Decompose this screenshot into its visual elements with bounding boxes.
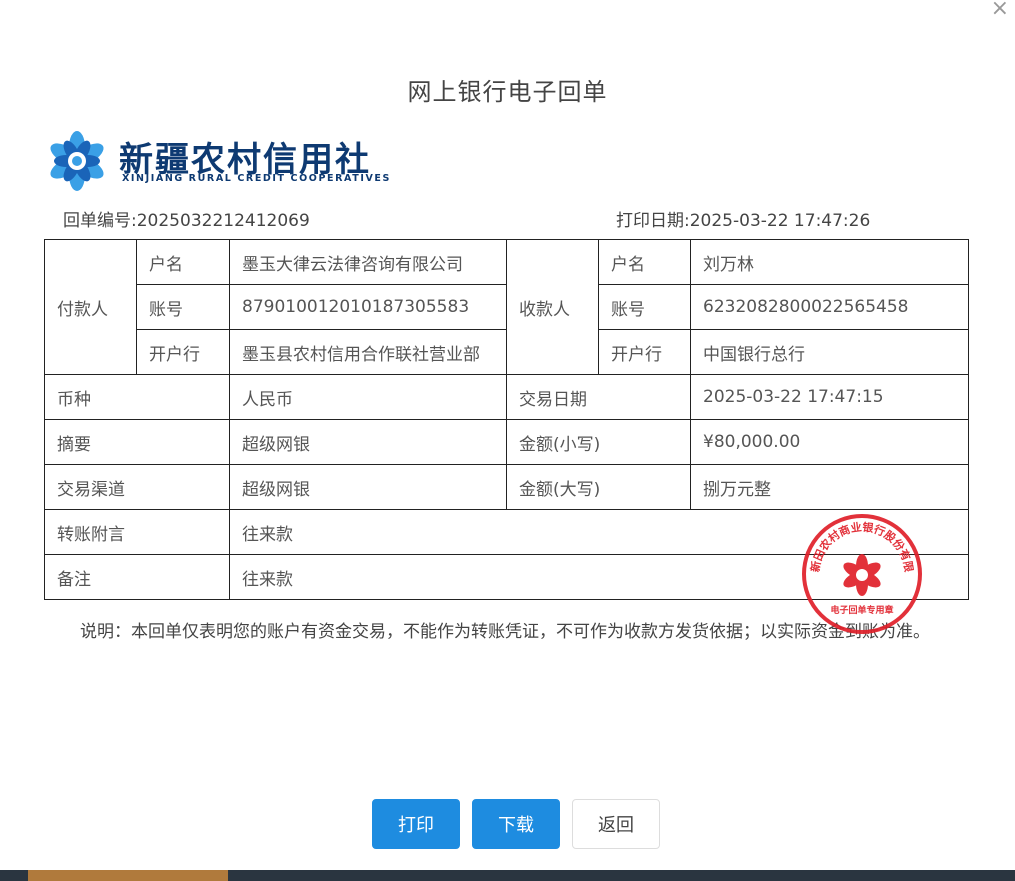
print-date-value: 2025-03-22 17:47:26: [689, 211, 871, 231]
amount-small-label: 金额(小写): [506, 419, 691, 465]
payer-bank: 墨玉县农村信用合作联社营业部: [229, 329, 507, 375]
payee-bank: 中国银行总行: [690, 329, 969, 375]
back-button[interactable]: 返回: [572, 799, 660, 849]
trade-date-label: 交易日期: [506, 374, 691, 420]
trade-date-value: 2025-03-22 17:47:15: [690, 374, 969, 420]
close-icon[interactable]: ×: [991, 0, 1009, 20]
channel-value: 超级网银: [229, 464, 507, 510]
amount-big-value: 捌万元整: [690, 464, 969, 510]
payee-name-label: 户名: [598, 239, 691, 285]
svg-text:电子回单专用章: 电子回单专用章: [830, 604, 893, 616]
print-button[interactable]: 打印: [372, 799, 460, 849]
payee-label: 收款人: [506, 239, 599, 375]
table-row: 交易渠道 超级网银 金额(大写) 捌万元整: [44, 464, 969, 510]
receipt-number-label: 回单编号:: [63, 211, 137, 231]
table-row: 付款人 户名 墨玉大律云法律咨询有限公司 收款人 户名 刘万林: [44, 239, 969, 375]
payee-bank-label: 开户行: [598, 329, 691, 375]
taskbar-strip: [0, 870, 1015, 881]
print-date-label: 打印日期:: [616, 211, 690, 231]
payer-account: 879010012010187305583: [229, 284, 507, 330]
payee-name: 刘万林: [690, 239, 969, 285]
payer-name: 墨玉大律云法律咨询有限公司: [229, 239, 507, 285]
dialog-title: 网上银行电子回单: [407, 78, 608, 106]
bank-logo: 新疆农村信用社 XINJIANG RURAL CREDIT COOPERATIV…: [44, 126, 389, 196]
official-seal-icon: 新疆新田农村商业银行股份有限公司 电子回单专用章: [799, 511, 922, 634]
taskbar-segment: [28, 870, 228, 881]
table-row: 币种 人民币 交易日期 2025-03-22 17:47:15: [44, 374, 969, 420]
summary-label: 摘要: [44, 419, 230, 465]
currency-label: 币种: [44, 374, 230, 420]
currency-value: 人民币: [229, 374, 507, 420]
remark-label: 备注: [44, 554, 230, 600]
payer-label: 付款人: [44, 239, 137, 375]
receipt-number: 回单编号:2025032212412069: [63, 206, 310, 231]
payer-name-label: 户名: [136, 239, 230, 285]
summary-value: 超级网银: [229, 419, 507, 465]
payer-account-label: 账号: [136, 284, 230, 330]
payer-bank-label: 开户行: [136, 329, 230, 375]
print-date: 打印日期:2025-03-22 17:47:26: [616, 206, 870, 231]
channel-label: 交易渠道: [44, 464, 230, 510]
payee-account: 6232082800022565458: [690, 284, 969, 330]
receipt-number-value: 2025032212412069: [136, 211, 310, 231]
amount-small-value: ¥80,000.00: [690, 419, 969, 465]
payee-account-label: 账号: [598, 284, 691, 330]
amount-big-label: 金额(大写): [506, 464, 691, 510]
bank-name-en: XINJIANG RURAL CREDIT COOPERATIVES: [122, 173, 391, 184]
bank-logo-icon: [50, 131, 104, 191]
memo-label: 转账附言: [44, 509, 230, 555]
table-row: 摘要 超级网银 金额(小写) ¥80,000.00: [44, 419, 969, 465]
download-button[interactable]: 下载: [472, 799, 560, 849]
